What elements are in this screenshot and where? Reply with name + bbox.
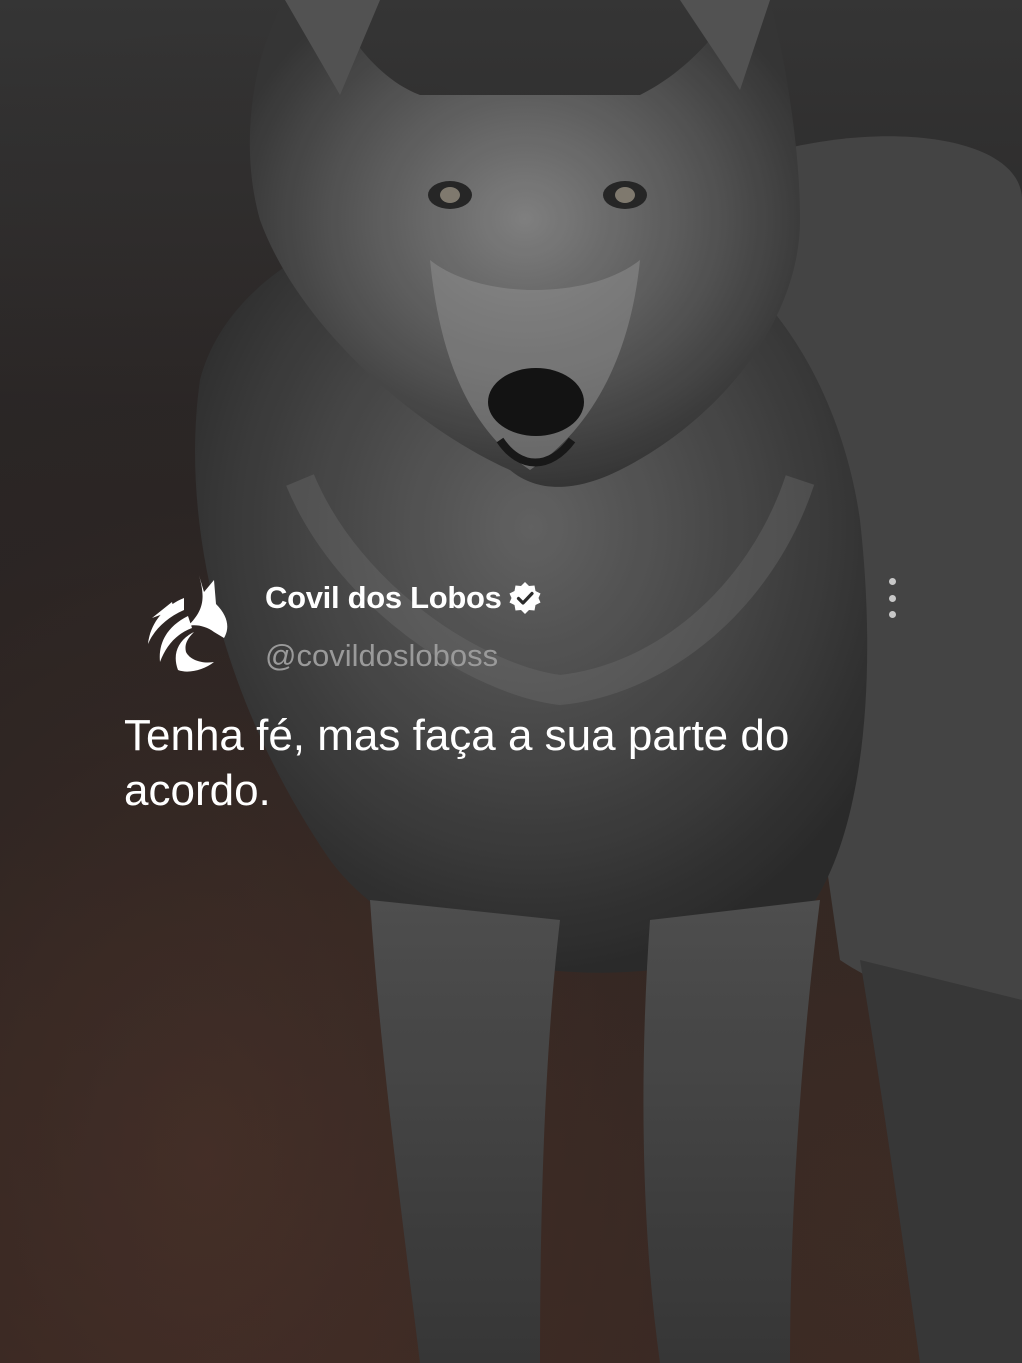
author-display-name[interactable]: Covil dos Lobos <box>265 580 502 616</box>
post-text: Tenha fé, mas faça a sua parte do acordo… <box>124 711 790 815</box>
more-dot <box>888 611 896 618</box>
author-handle[interactable]: @covildosloboss <box>265 638 498 674</box>
more-dot <box>888 594 896 602</box>
more-dot <box>888 578 896 585</box>
post-card: Covil dos Lobos @covildosloboss Tenha fé… <box>0 0 1022 1363</box>
wolf-logo-icon[interactable] <box>144 570 232 674</box>
verified-badge-icon <box>509 582 541 614</box>
more-vertical-icon[interactable] <box>880 578 904 618</box>
author-name-row: Covil dos Lobos <box>265 580 542 616</box>
background-wolf-photo <box>195 0 1022 1363</box>
